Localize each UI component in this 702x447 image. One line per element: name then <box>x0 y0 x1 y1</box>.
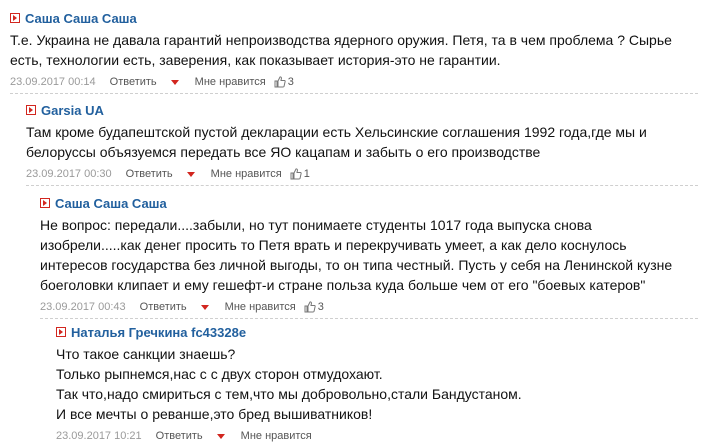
author-marker-icon <box>26 105 36 115</box>
chevron-down-icon[interactable] <box>186 171 195 177</box>
comment: Наталья Гречкина fc43328e Что такое санк… <box>56 322 698 447</box>
comment-line: белоруссы объязуемся передать все ЯО кац… <box>26 144 541 160</box>
comment-text: Не вопрос: передали....забыли, но тут по… <box>40 215 698 295</box>
author-link[interactable]: Саша Саша Саша <box>55 196 167 211</box>
like-count: 3 <box>287 76 294 88</box>
reply-link[interactable]: Ответить <box>126 168 173 180</box>
author-marker-icon <box>40 198 50 208</box>
comment-header: Garsia UA <box>26 100 698 120</box>
comment-date: 23.09.2017 00:43 <box>40 301 126 313</box>
comment-header: Саша Саша Саша <box>40 193 698 213</box>
author-marker-icon <box>10 13 20 23</box>
thumbs-up-icon[interactable] <box>274 76 286 88</box>
comment-header: Наталья Гречкина fc43328e <box>56 322 698 342</box>
comment-line: Что такое санкции знаешь? <box>56 346 236 362</box>
comment-text: Т.е. Украина не давала гарантий непроизв… <box>10 30 698 70</box>
chevron-down-icon[interactable] <box>200 304 209 310</box>
comment: Саша Саша Саша Т.е. Украина не давала га… <box>10 8 698 94</box>
reply-link[interactable]: Ответить <box>140 301 187 313</box>
comment-meta: 23.09.2017 10:21 Ответить Мне нравится <box>56 427 698 447</box>
comment-text: Что такое санкции знаешь? Только рыпнемс… <box>56 344 698 424</box>
thumbs-up-icon[interactable] <box>304 301 316 313</box>
comment-line: Только рыпнемся,нас с с двух сторон отму… <box>56 366 383 382</box>
thumbs-up-icon[interactable] <box>290 168 302 180</box>
comment-line: Т.е. Украина не давала гарантий непроизв… <box>10 32 672 48</box>
author-link[interactable]: Наталья Гречкина fc43328e <box>71 325 246 340</box>
comment-line: Не вопрос: передали....забыли, но тут по… <box>40 217 592 233</box>
comment-line: И все мечты о реванше,это бред вышиватни… <box>56 406 373 422</box>
author-link[interactable]: Саша Саша Саша <box>25 11 137 26</box>
comment-line: Там кроме будапештской пустой декларации… <box>26 124 647 140</box>
like-link[interactable]: Мне нравится <box>241 430 312 442</box>
comment-date: 23.09.2017 00:30 <box>26 168 112 180</box>
comment-date: 23.09.2017 00:14 <box>10 76 96 88</box>
author-link[interactable]: Garsia UA <box>41 103 104 118</box>
comment-header: Саша Саша Саша <box>10 8 698 28</box>
like-link[interactable]: Мне нравится <box>195 76 266 88</box>
chevron-down-icon[interactable] <box>216 433 225 439</box>
comment-line: боеголовки клипает и ему гешефт-и стране… <box>40 277 646 293</box>
comment: Саша Саша Саша Не вопрос: передали....за… <box>40 193 698 319</box>
like-count: 3 <box>317 301 324 313</box>
comment-meta: 23.09.2017 00:14 Ответить Мне нравится 3 <box>10 73 698 94</box>
comment: Garsia UA Там кроме будапештской пустой … <box>26 100 698 186</box>
comment-date: 23.09.2017 10:21 <box>56 430 142 442</box>
author-marker-icon <box>56 327 66 337</box>
comment-line: интересов государства без личной выгоды,… <box>40 257 673 273</box>
chevron-down-icon[interactable] <box>170 79 179 85</box>
comment-line: Так что,надо смириться с тем,что мы добр… <box>56 386 522 402</box>
comment-meta: 23.09.2017 00:30 Ответить Мне нравится 1 <box>26 165 698 186</box>
comment-text: Там кроме будапештской пустой декларации… <box>26 122 698 162</box>
like-link[interactable]: Мне нравится <box>225 301 296 313</box>
reply-link[interactable]: Ответить <box>110 76 157 88</box>
like-link[interactable]: Мне нравится <box>211 168 282 180</box>
comment-line: изобрели.....как денег просить то Петя в… <box>40 237 627 253</box>
reply-link[interactable]: Ответить <box>156 430 203 442</box>
like-count: 1 <box>303 168 310 180</box>
comment-line: есть, технологии есть, заверения, как по… <box>10 52 501 68</box>
comment-meta: 23.09.2017 00:43 Ответить Мне нравится 3 <box>40 298 698 319</box>
